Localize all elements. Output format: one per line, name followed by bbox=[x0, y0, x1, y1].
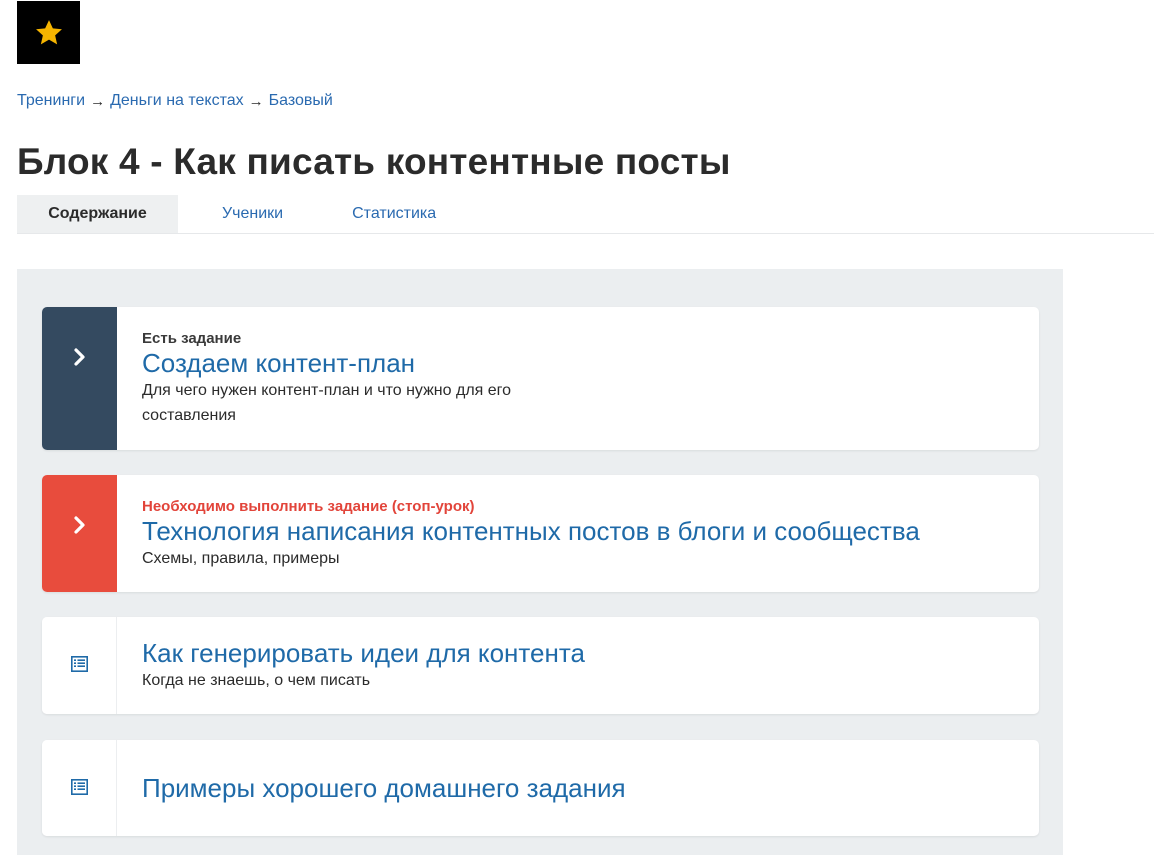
tab-contents[interactable]: Содержание bbox=[17, 195, 178, 233]
page-title: Блок 4 - Как писать контентные посты bbox=[17, 141, 731, 182]
lessons-panel: Есть задание Создаем контент-план Для че… bbox=[17, 269, 1063, 855]
lesson-icon-column bbox=[42, 617, 117, 714]
lesson-card[interactable]: Примеры хорошего домашнего задания bbox=[42, 740, 1039, 836]
logo[interactable] bbox=[17, 1, 80, 64]
tab-students[interactable]: Ученики bbox=[197, 195, 308, 233]
lesson-card[interactable]: Как генерировать идеи для контента Когда… bbox=[42, 617, 1039, 714]
lesson-title[interactable]: Технология написания контентных постов в… bbox=[142, 516, 920, 546]
lesson-kicker: Есть задание bbox=[142, 330, 242, 347]
lesson-card[interactable]: Есть задание Создаем контент-план Для че… bbox=[42, 307, 1039, 450]
breadcrumb-separator: → bbox=[90, 92, 106, 110]
breadcrumb-money-on-texts[interactable]: Деньги на текстах bbox=[110, 92, 244, 110]
lesson-body: Есть задание Создаем контент-план Для че… bbox=[117, 307, 511, 450]
lesson-title[interactable]: Создаем контент-план bbox=[142, 348, 511, 378]
lesson-status-bar bbox=[42, 307, 117, 450]
lesson-title[interactable]: Как генерировать идеи для контента bbox=[142, 638, 585, 668]
tab-bar: Содержание Ученики Статистика bbox=[17, 195, 1154, 234]
lesson-body: Примеры хорошего домашнего задания bbox=[117, 740, 626, 836]
lesson-status-bar bbox=[42, 475, 117, 592]
breadcrumb-separator: → bbox=[248, 92, 264, 110]
lesson-description: Схемы, правила, примеры bbox=[142, 550, 340, 567]
chevron-right-icon bbox=[73, 516, 85, 534]
lesson-description: Когда не знаешь, о чем писать bbox=[142, 672, 371, 689]
lesson-description: Для чего нужен контент-план и что нужно … bbox=[142, 382, 512, 399]
star-icon bbox=[35, 19, 62, 44]
lesson-icon-column bbox=[42, 740, 117, 836]
tab-statistics[interactable]: Статистика bbox=[327, 195, 461, 233]
lesson-body: Необходимо выполнить задание (стоп-урок)… bbox=[117, 475, 920, 592]
lesson-kicker-stop: Необходимо выполнить задание (стоп-урок) bbox=[142, 498, 475, 515]
lesson-body: Как генерировать идеи для контента Когда… bbox=[117, 617, 585, 714]
lesson-description: составления bbox=[142, 407, 236, 424]
breadcrumb-trainings[interactable]: Тренинги bbox=[17, 92, 85, 110]
breadcrumb-basic[interactable]: Базовый bbox=[269, 92, 333, 110]
lesson-card[interactable]: Необходимо выполнить задание (стоп-урок)… bbox=[42, 475, 1039, 592]
lesson-title[interactable]: Примеры хорошего домашнего задания bbox=[142, 773, 626, 803]
chevron-right-icon bbox=[73, 348, 85, 366]
breadcrumb: Тренинги → Деньги на текстах → Базовый bbox=[17, 92, 333, 110]
list-icon bbox=[70, 656, 88, 672]
list-icon bbox=[70, 779, 88, 795]
